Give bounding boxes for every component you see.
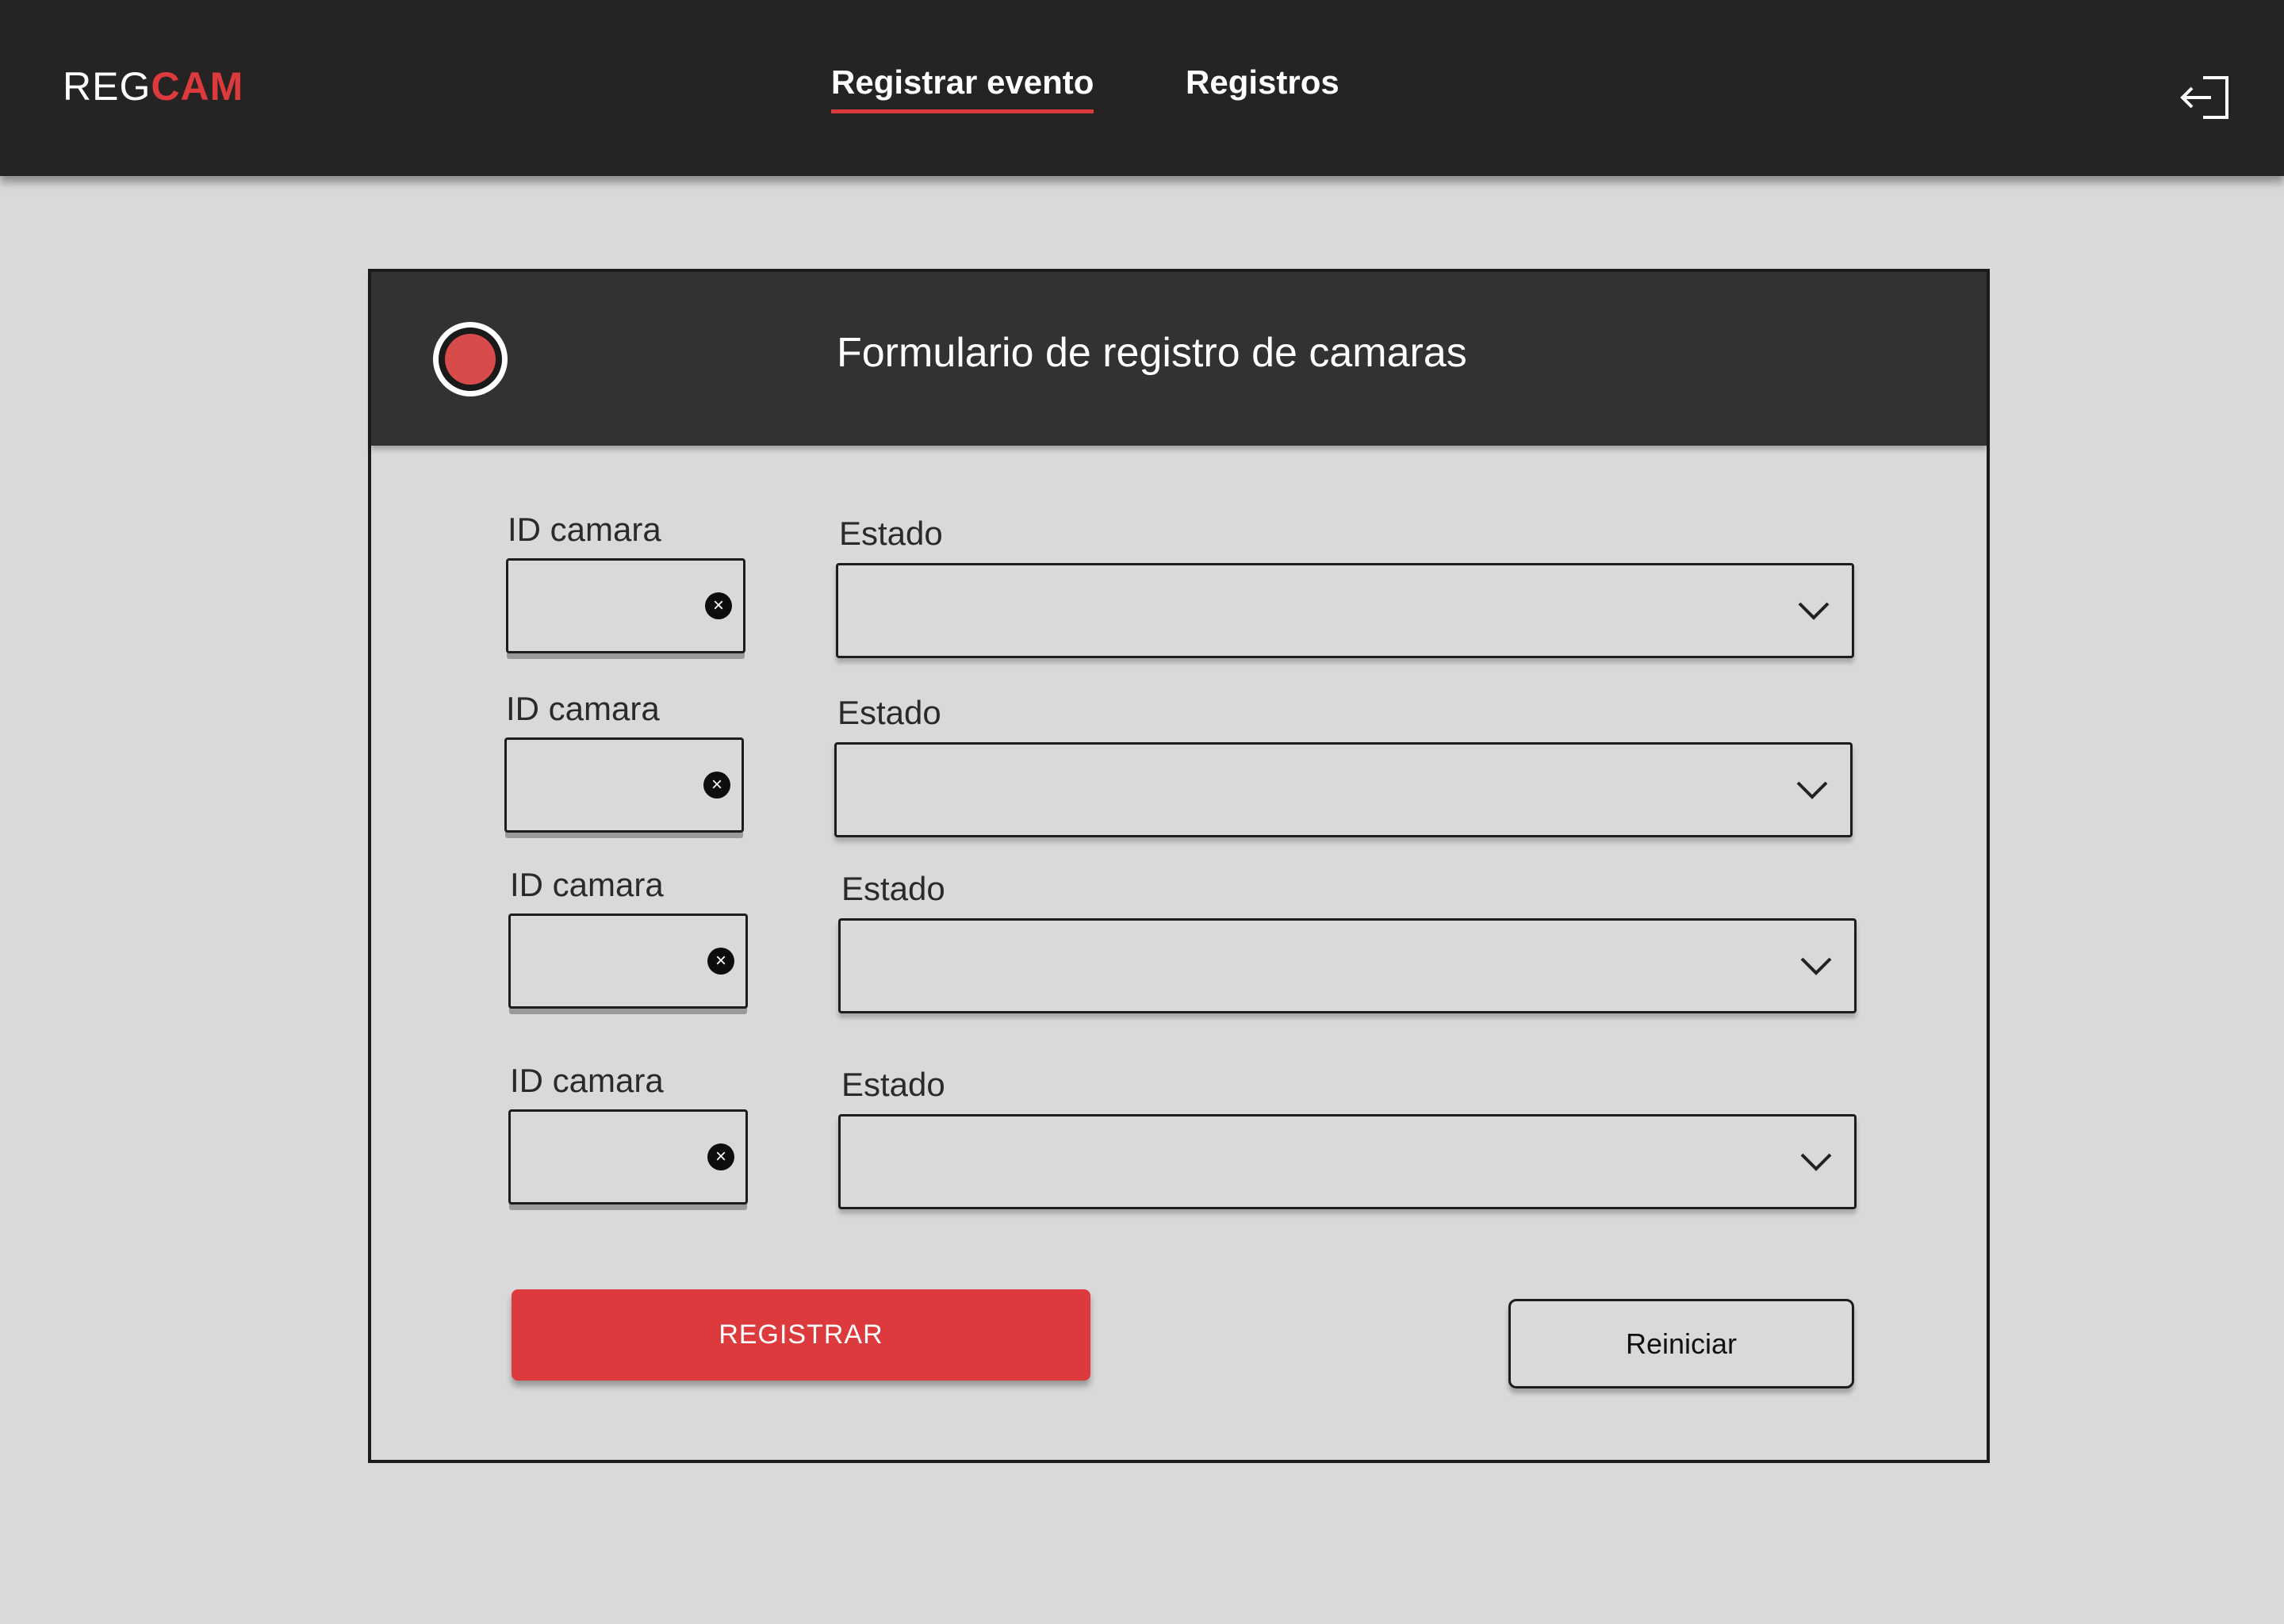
estado-label: Estado — [837, 694, 941, 731]
camera-form-panel: Formulario de registro de camaras ID cam… — [368, 269, 1990, 1463]
form-header: Formulario de registro de camaras — [371, 272, 1987, 446]
id-camara-label: ID camara — [510, 866, 664, 903]
estado-select[interactable] — [838, 1114, 1857, 1209]
id-camara-label: ID camara — [506, 690, 660, 727]
app-logo[interactable]: REGCAM — [63, 63, 243, 109]
id-camara-input[interactable]: × — [504, 737, 744, 833]
logo-text-cam: CAM — [151, 64, 244, 109]
clear-icon[interactable]: × — [705, 592, 732, 619]
estado-select[interactable] — [836, 563, 1854, 658]
tab-registros[interactable]: Registros — [1186, 63, 1339, 109]
reiniciar-button[interactable]: Reiniciar — [1508, 1299, 1854, 1388]
chevron-down-icon — [1800, 1153, 1832, 1171]
tab-registrar-evento[interactable]: Registrar evento — [831, 63, 1094, 113]
chevron-down-icon — [1800, 957, 1832, 975]
record-indicator-icon — [433, 322, 508, 396]
chevron-down-icon — [1798, 602, 1830, 620]
id-camara-label: ID camara — [510, 1062, 664, 1099]
id-camara-input[interactable]: × — [506, 558, 745, 653]
top-navbar: REGCAM Registrar evento Registros — [0, 0, 2284, 176]
estado-label: Estado — [841, 1066, 945, 1103]
estado-select[interactable] — [838, 918, 1857, 1013]
estado-label: Estado — [839, 515, 943, 552]
estado-select[interactable] — [834, 742, 1853, 837]
estado-label: Estado — [841, 870, 945, 907]
logo-text-reg: REG — [63, 64, 151, 109]
id-camara-input[interactable]: × — [508, 1109, 748, 1205]
clear-icon[interactable]: × — [707, 1143, 734, 1170]
clear-icon[interactable]: × — [703, 772, 730, 799]
id-camara-label: ID camara — [508, 511, 661, 548]
chevron-down-icon — [1796, 781, 1828, 799]
logout-icon[interactable] — [2179, 71, 2232, 124]
form-title: Formulario de registro de camaras — [837, 330, 1467, 376]
id-camara-input[interactable]: × — [508, 914, 748, 1009]
clear-icon[interactable]: × — [707, 948, 734, 975]
registrar-button[interactable]: REGISTRAR — [512, 1289, 1090, 1381]
